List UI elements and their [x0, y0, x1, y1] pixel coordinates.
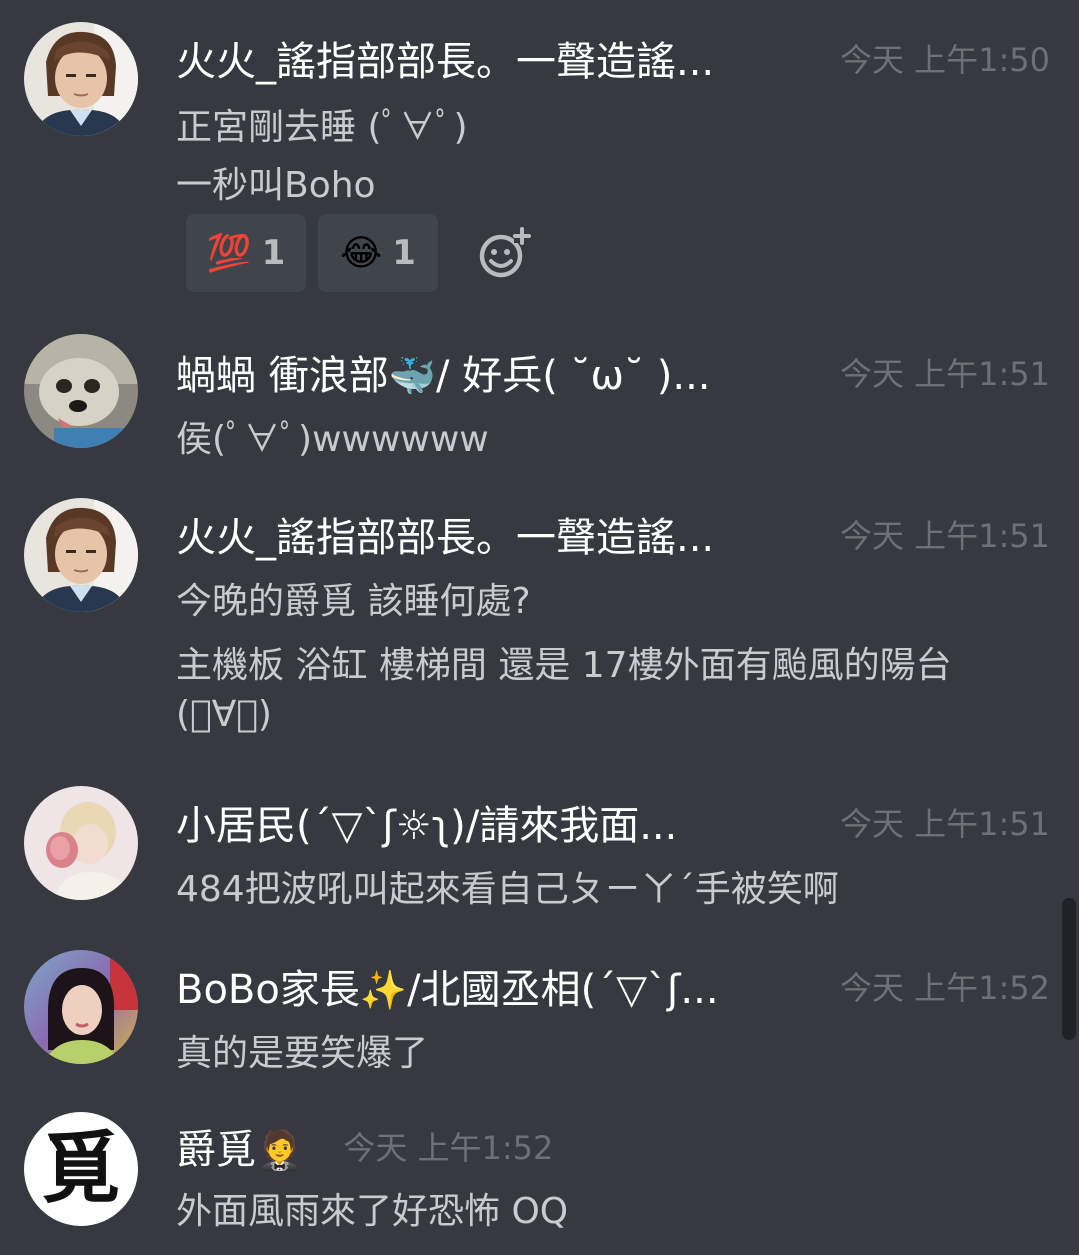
whale-emoji: 🐳 [388, 354, 437, 398]
author-name[interactable]: BoBo家長✨/北國丞相(´▽`ʃ... [176, 957, 719, 1015]
timestamp: 今天 上午1:52 [839, 969, 1050, 1007]
reaction-hundred[interactable]: 💯 1 [186, 214, 306, 292]
author-name-text: BoBo家長 [176, 967, 360, 1013]
message-text: (ﾟ∀ﾟ) [176, 694, 272, 735]
tuxedo-man-emoji: 🤵 [256, 1128, 304, 1172]
timestamp: 今天 上午1:51 [839, 805, 1050, 843]
tears-of-joy-emoji: 😂 [340, 232, 383, 274]
chat-message-list: 火火_謠指部部長。一聲造謠... 今天 上午1:50 正宮剛去睡 (ﾟ∀ﾟ) 一… [0, 0, 1079, 1255]
author-name[interactable]: 火火_謠指部部長。一聲造謠... [176, 29, 714, 87]
avatar[interactable] [24, 334, 138, 448]
message: 小居民(´▽`ʃ☼ʅ)/請來我面... 今天 上午1:51 484把波吼叫起來看… [0, 764, 1060, 934]
message-text: 今晚的爵覓 該睡何處? [176, 581, 531, 622]
message-text: 主機板 浴缸 樓梯間 還是 17樓外面有颱風的陽台 [176, 645, 952, 686]
avatar[interactable] [24, 498, 138, 612]
author-name-text: 蝸蝸 衝浪部 [176, 353, 389, 399]
message: 覓 爵覓🤵 今天 上午1:52 外面風雨來了好恐怖 OQ [0, 1090, 1060, 1255]
message-text: 真的是要笑爆了 [176, 1033, 429, 1074]
author-name-text: 爵覓 [176, 1127, 256, 1173]
hundred-points-emoji: 💯 [206, 233, 252, 274]
timestamp: 今天 上午1:51 [839, 517, 1050, 555]
add-reaction-icon[interactable] [474, 223, 534, 283]
message-text: 侯(ﾟ∀ﾟ)wwwwww [176, 419, 489, 460]
author-name[interactable]: 火火_謠指部部長。一聲造謠... [176, 505, 714, 563]
avatar-calligraphy: 覓 [41, 1123, 120, 1214]
message-text: 正宮剛去睡 (ﾟ∀ﾟ) [176, 107, 468, 148]
reaction-count: 1 [261, 233, 286, 273]
avatar[interactable]: 覓 [24, 1112, 138, 1226]
author-name[interactable]: 蝸蝸 衝浪部🐳/ 好兵( ˘ω˘ )... [176, 343, 711, 401]
timestamp: 今天 上午1:51 [839, 355, 1050, 393]
message: 火火_謠指部部長。一聲造謠... 今天 上午1:50 正宮剛去睡 (ﾟ∀ﾟ) 一… [0, 0, 1060, 310]
message: 蝸蝸 衝浪部🐳/ 好兵( ˘ω˘ )... 今天 上午1:51 侯(ﾟ∀ﾟ)ww… [0, 310, 1060, 480]
message-text: 484把波吼叫起來看自己ㄆㄧㄚˊ手被笑啊 [176, 869, 839, 910]
avatar[interactable] [24, 950, 138, 1064]
reaction-count: 1 [392, 233, 416, 273]
message: BoBo家長✨/北國丞相(´▽`ʃ... 今天 上午1:52 真的是要笑爆了 [0, 928, 1060, 1098]
message: 火火_謠指部部長。一聲造謠... 今天 上午1:51 今晚的爵覓 該睡何處? 主… [0, 476, 1060, 766]
author-name[interactable]: 爵覓🤵 [176, 1117, 303, 1175]
author-name[interactable]: 小居民(´▽`ʃ☼ʅ)/請來我面... [176, 793, 677, 851]
scrollbar-thumb[interactable] [1062, 898, 1076, 1040]
reaction-joy[interactable]: 😂 1 [318, 214, 438, 292]
avatar[interactable] [24, 22, 138, 136]
avatar[interactable] [24, 786, 138, 900]
timestamp: 今天 上午1:50 [839, 41, 1050, 79]
reactions-bar: 💯 1 😂 1 [186, 214, 534, 292]
timestamp: 今天 上午1:52 [343, 1129, 554, 1167]
message-text: 一秒叫Boho [176, 165, 376, 206]
author-name-suffix: / 好兵( ˘ω˘ )... [436, 353, 711, 399]
author-name-suffix: /北國丞相(´▽`ʃ... [407, 967, 719, 1013]
sparkles-emoji: ✨ [359, 968, 408, 1012]
message-text: 外面風雨來了好恐怖 OQ [176, 1191, 569, 1232]
